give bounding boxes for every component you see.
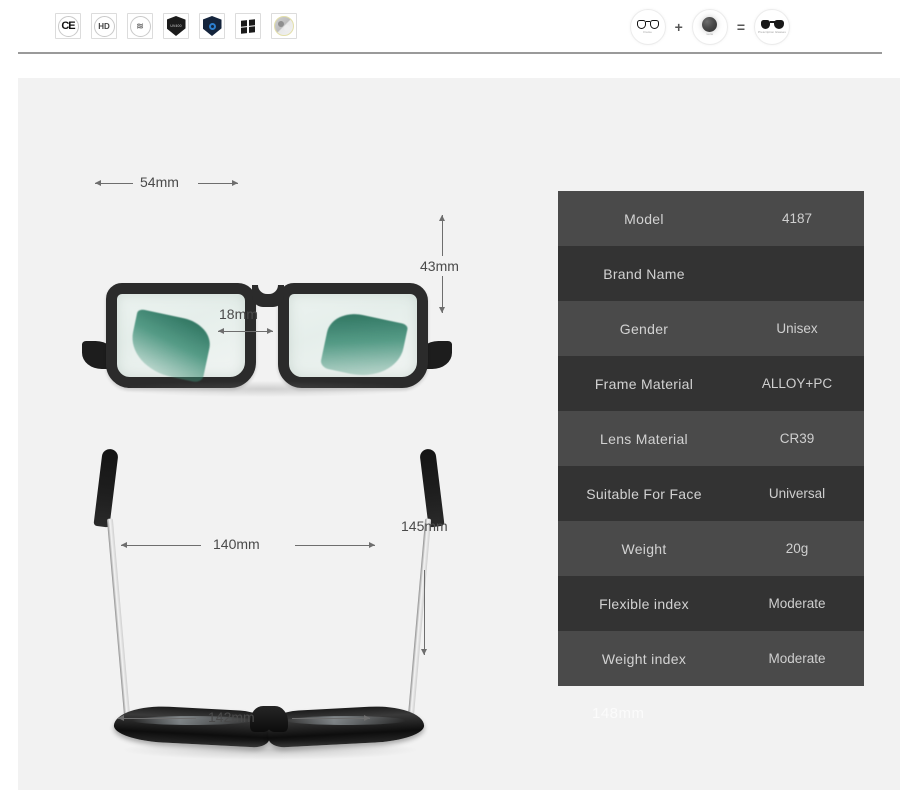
folded-view-shadow: [120, 740, 420, 760]
table-row: Frame Material ALLOY+PC: [558, 356, 864, 411]
wave-glyph: ≋: [136, 20, 144, 31]
spec-value: Moderate: [768, 651, 826, 666]
temple-arm-left: [125, 308, 215, 384]
spec-key: Brand Name: [603, 265, 685, 282]
certification-badge-group: CE HD ≋ UV400: [55, 13, 297, 39]
spec-value: Universal: [768, 486, 826, 501]
glasses-front-view-image: [82, 283, 452, 397]
frame-total-width-arrow-right: [292, 715, 370, 721]
spec-key: Model: [624, 210, 664, 227]
spec-key: Frame Material: [594, 375, 694, 392]
blue-light-shield-icon: [199, 13, 225, 39]
anti-radiation-wave-icon: ≋: [127, 13, 153, 39]
uv-shield-label: UV400: [170, 24, 182, 28]
hd-icon: HD: [91, 13, 117, 39]
table-row: Suitable For Face Universal: [558, 466, 864, 521]
polarized-circle-icon: [271, 13, 297, 39]
bridge-width-label: 18mm: [219, 306, 258, 322]
bridge-width-arrow: [218, 328, 273, 334]
header-divider: [18, 52, 882, 54]
spec-value: 20g: [785, 541, 809, 556]
spec-key: Flexible index: [599, 595, 689, 612]
frame-caption: Frame: [643, 29, 652, 34]
glasses-folded-view-image: [93, 448, 445, 760]
specification-table: Model 4187 Brand Name Gender Unisex Fram…: [558, 191, 864, 686]
spec-value: ALLOY+PC: [761, 376, 833, 391]
prescription-glasses-icon: Prescription Glasses: [754, 9, 790, 45]
ce-certification-icon: CE: [55, 13, 81, 39]
front-lens-left: [106, 283, 256, 388]
front-lens-right: [278, 283, 428, 388]
frame-front-width-arrow-left: [121, 542, 201, 548]
temple-arm-right: [319, 308, 409, 384]
frame-total-width-arrow-left: [118, 715, 196, 721]
spec-value: CR39: [779, 431, 815, 446]
certification-bar: CE HD ≋ UV400 Frame + Lens = Prescriptio…: [0, 0, 900, 54]
frame-icon: Frame: [629, 9, 666, 45]
front-bridge: [252, 285, 284, 307]
windows-logo-icon: [235, 13, 261, 39]
frame-front-width-label: 140mm: [213, 536, 260, 552]
frame-total-width-label: 142mm: [208, 709, 255, 725]
table-row: Weight 20g: [558, 521, 864, 576]
spec-key: Gender: [619, 320, 669, 337]
temple-length-label: 145mm: [401, 518, 448, 534]
spec-key: Suitable For Face: [586, 485, 702, 502]
uv-shield-icon: UV400: [163, 13, 189, 39]
lens-width-arrow-right: [198, 180, 238, 186]
table-row: Flexible index Moderate: [558, 576, 864, 631]
hd-glyph: HD: [98, 21, 110, 31]
table-row: Lens Material CR39: [558, 411, 864, 466]
spec-value: 4187: [781, 211, 813, 226]
temple-length-arrow: [421, 570, 427, 655]
spec-key: Lens Material: [600, 430, 688, 447]
frame-front-width-arrow-right: [295, 542, 375, 548]
spec-value: Unisex: [776, 321, 818, 336]
result-caption: Prescription Glasses: [758, 29, 786, 34]
lens-width-label: 54mm: [140, 174, 179, 190]
blue-light-ring: [208, 22, 216, 30]
equals-sign: =: [736, 19, 745, 35]
spec-key: Weight: [621, 540, 667, 557]
frame-plus-lens-formula: Frame + Lens = Prescription Glasses: [629, 9, 790, 45]
spec-key: Weight index: [601, 650, 687, 667]
lens-caption: Lens: [706, 32, 714, 37]
front-view-shadow: [116, 381, 416, 397]
table-row: Model 4187: [558, 191, 864, 246]
plus-sign: +: [674, 19, 683, 35]
spec-value: Moderate: [768, 596, 826, 611]
lens-width-arrow-left: [95, 180, 133, 186]
lens-icon: Lens: [691, 9, 728, 45]
ce-glyph: CE: [61, 20, 75, 32]
table-row: Weight index Moderate: [558, 631, 864, 686]
lens-height-label: 43mm: [417, 256, 462, 276]
dimension-watermark: 148mm: [592, 705, 645, 722]
table-row: Brand Name: [558, 246, 864, 301]
table-row: Gender Unisex: [558, 301, 864, 356]
